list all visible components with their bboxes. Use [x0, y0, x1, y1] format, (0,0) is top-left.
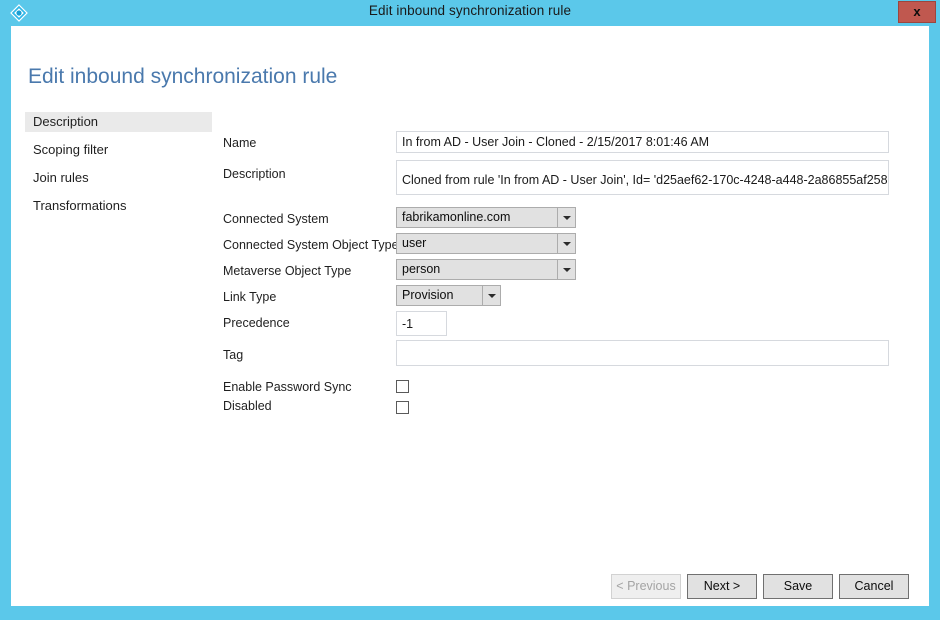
dialog-content: Edit inbound synchronization rule Descri… [11, 26, 929, 606]
description-textarea[interactable] [396, 160, 889, 195]
chevron-down-icon[interactable] [557, 234, 575, 253]
save-button[interactable]: Save [763, 574, 833, 599]
cancel-button[interactable]: Cancel [839, 574, 909, 599]
metaverse-object-type-label: Metaverse Object Type [223, 264, 352, 278]
connected-system-dropdown[interactable]: fabrikamonline.com [396, 207, 576, 228]
title-bar: Edit inbound synchronization rule x [0, 0, 940, 25]
sidebar-item-scoping-filter[interactable]: Scoping filter [25, 140, 212, 160]
previous-button[interactable]: < Previous [611, 574, 681, 599]
description-label: Description [223, 167, 286, 181]
connected-system-label: Connected System [223, 212, 329, 226]
connected-system-object-type-label: Connected System Object Type [223, 238, 399, 252]
chevron-down-icon[interactable] [557, 208, 575, 227]
sidebar-item-join-rules[interactable]: Join rules [25, 168, 212, 188]
link-type-value: Provision [402, 288, 454, 302]
chevron-down-icon[interactable] [482, 286, 500, 305]
connected-system-object-type-value: user [402, 236, 427, 250]
disabled-label: Disabled [223, 399, 272, 413]
precedence-label: Precedence [223, 316, 290, 330]
name-input[interactable] [396, 131, 889, 153]
name-label: Name [223, 136, 257, 150]
enable-password-sync-checkbox[interactable] [396, 380, 409, 393]
chevron-down-icon[interactable] [557, 260, 575, 279]
connected-system-object-type-dropdown[interactable]: user [396, 233, 576, 254]
sidebar-item-description[interactable]: Description [25, 112, 212, 132]
enable-password-sync-label: Enable Password Sync [223, 380, 352, 394]
metaverse-object-type-dropdown[interactable]: person [396, 259, 576, 280]
close-icon[interactable]: x [898, 1, 936, 23]
page-title: Edit inbound synchronization rule [28, 65, 338, 88]
metaverse-object-type-value: person [402, 262, 441, 276]
sidebar-item-transformations[interactable]: Transformations [25, 196, 212, 216]
connected-system-value: fabrikamonline.com [402, 210, 511, 224]
dialog-window: Edit inbound synchronization rule x Edit… [0, 0, 940, 620]
precedence-input[interactable] [396, 311, 447, 336]
next-button[interactable]: Next > [687, 574, 757, 599]
tag-input[interactable] [396, 340, 889, 366]
window-title: Edit inbound synchronization rule [368, 3, 572, 18]
link-type-label: Link Type [223, 290, 277, 304]
tag-label: Tag [223, 348, 244, 362]
sidebar-nav: Description Scoping filter Join rules Tr… [25, 112, 212, 224]
disabled-checkbox[interactable] [396, 401, 409, 414]
link-type-dropdown[interactable]: Provision [396, 285, 501, 306]
